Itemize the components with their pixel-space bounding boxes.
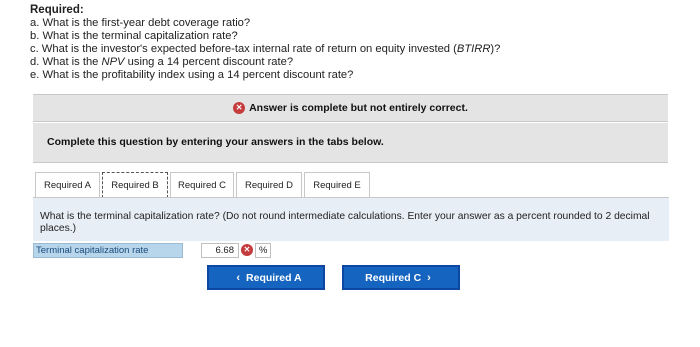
required-section: Required: a. What is the first-year debt… <box>30 4 500 82</box>
tabs-row: Required A Required B Required C Require… <box>35 172 372 198</box>
required-item-c: c. What is the investor's expected befor… <box>30 43 501 55</box>
percent-unit: % <box>255 242 272 258</box>
prev-button[interactable]: ‹ Required A <box>207 265 325 290</box>
tab-required-a[interactable]: Required A <box>35 172 100 198</box>
error-icon: ✕ <box>241 244 253 256</box>
required-list: a. What is the first-year debt coverage … <box>30 17 500 82</box>
next-button[interactable]: Required C › <box>342 265 460 290</box>
prev-button-label: Required A <box>246 271 302 284</box>
tab-required-e[interactable]: Required E <box>304 172 370 198</box>
instruction-text: Complete this question by entering your … <box>47 136 384 148</box>
tab-required-d[interactable]: Required D <box>236 172 302 198</box>
answer-input[interactable]: 6.68 <box>201 242 239 258</box>
tab-required-b[interactable]: Required B <box>102 172 168 198</box>
question-panel: What is the terminal capitalization rate… <box>33 197 669 241</box>
tab-required-c[interactable]: Required C <box>170 172 234 198</box>
status-banner: ✕ Answer is complete but not entirely co… <box>33 94 668 122</box>
status-text: Answer is complete but not entirely corr… <box>249 102 468 114</box>
required-item-d: d. What is the NPV using a 14 percent di… <box>30 56 294 68</box>
next-button-label: Required C <box>365 271 422 284</box>
chevron-left-icon: ‹ <box>236 271 241 284</box>
answer-label: Terminal capitalization rate <box>33 242 183 258</box>
x-circle-icon: ✕ <box>233 102 246 114</box>
required-item-b: b. What is the terminal capitalization r… <box>30 30 238 42</box>
required-title: Required: <box>30 4 84 16</box>
required-item-a: a. What is the first-year debt coverage … <box>30 17 251 29</box>
required-item-e: e. What is the profitability index using… <box>30 69 354 81</box>
answer-row: Terminal capitalization rate 6.68 ✕ % <box>33 241 272 259</box>
chevron-right-icon: › <box>427 271 431 284</box>
question-text: What is the terminal capitalization rate… <box>40 211 650 234</box>
instruction-box: Complete this question by entering your … <box>33 123 668 163</box>
